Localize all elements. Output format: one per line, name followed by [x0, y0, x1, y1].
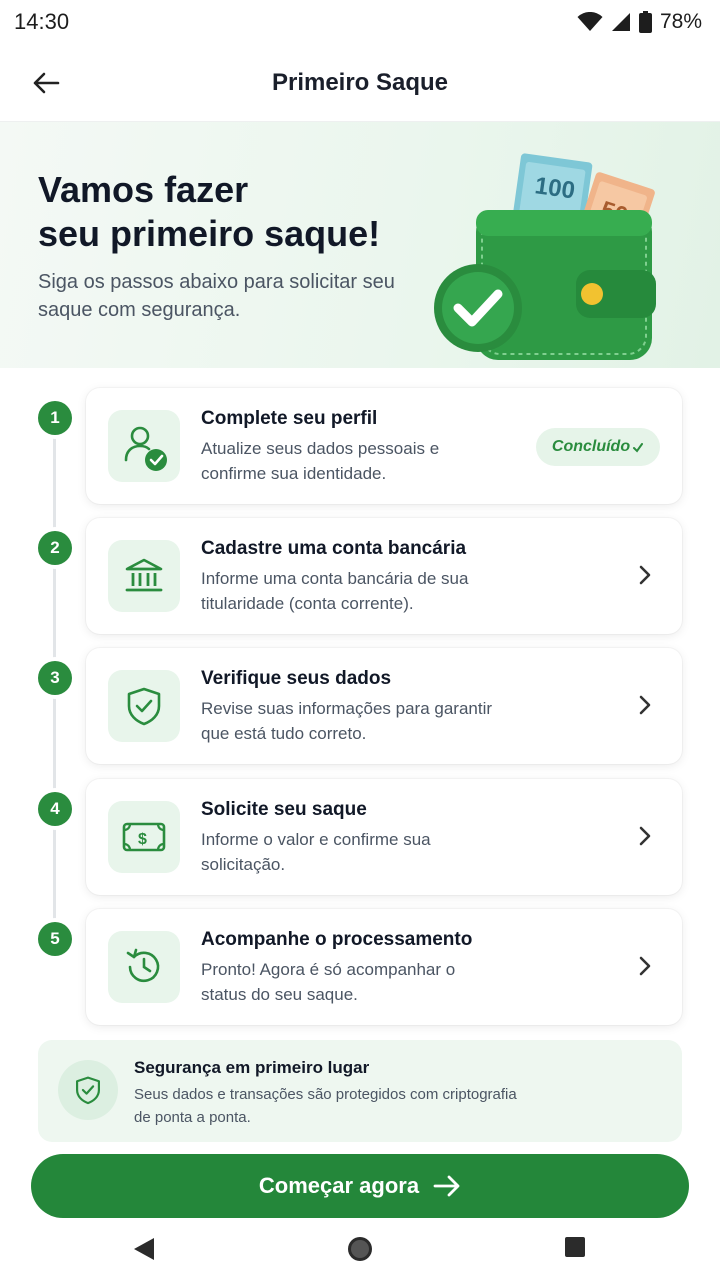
step-card-bank-account[interactable]: Cadastre uma conta bancária Informe uma …: [86, 518, 682, 634]
step-description: Informe uma conta bancária de sua titula…: [201, 569, 469, 613]
chevron-right-icon: [639, 956, 651, 976]
nav-home-icon[interactable]: [347, 1236, 373, 1262]
banknote-100: 100: [533, 172, 576, 204]
chevron-right-icon: [639, 826, 651, 846]
step-title: Solicite seu saque: [201, 799, 367, 820]
step-title: Acompanhe o processamento: [201, 929, 473, 950]
security-title: Segurança em primeiro lugar: [134, 1058, 370, 1077]
wifi-icon: [577, 12, 603, 31]
nav-back-icon[interactable]: [132, 1236, 156, 1262]
signal-icon: [611, 13, 630, 31]
step-card-request-withdrawal[interactable]: $ Solicite seu saque Informe o valor e c…: [86, 779, 682, 895]
step-card-complete-profile[interactable]: Complete seu perfil Atualize seus dados …: [86, 388, 682, 504]
step-title: Complete seu perfil: [201, 408, 378, 429]
shield-check-icon: [76, 1076, 100, 1105]
step-description: Revise suas informações para garantir qu…: [201, 699, 493, 743]
security-description: Seus dados e transações são protegidos c…: [134, 1086, 517, 1126]
hero-title-line1: Vamos fazer: [38, 169, 249, 210]
start-now-button[interactable]: Começar agora: [31, 1154, 689, 1218]
nav-recents-icon[interactable]: [564, 1236, 586, 1258]
step-card-verify-data[interactable]: Verifique seus dados Revise suas informa…: [86, 648, 682, 764]
status-bar: 14:30 78%: [0, 0, 720, 44]
step-description: Atualize seus dados pessoais e confirme …: [201, 439, 440, 483]
hero-banner: Vamos fazer seu primeiro saque! Siga os …: [0, 122, 720, 368]
wallet-with-money-icon: 100 50: [434, 153, 656, 360]
user-check-icon: [124, 426, 167, 471]
status-badge: Concluído: [536, 428, 660, 466]
arrow-right-icon: [433, 1175, 460, 1197]
step-number-4: 4: [38, 792, 72, 826]
app-bar: Primeiro Saque: [0, 44, 720, 122]
security-notice: Segurança em primeiro lugar Seus dados e…: [38, 1040, 682, 1142]
chevron-right-icon: [639, 565, 651, 585]
step-number-2: 2: [38, 531, 72, 565]
step-description: Pronto! Agora é só acompanhar o status d…: [201, 960, 456, 1004]
status-icons: 78%: [577, 10, 702, 34]
status-badge-label: Concluído: [551, 438, 631, 455]
step-number-1: 1: [38, 401, 72, 435]
step-number-3: 3: [38, 661, 72, 695]
cash-icon: $: [122, 822, 166, 852]
hero-subtitle: Siga os passos abaixo para solicitar seu…: [38, 271, 395, 321]
hero-title: Vamos fazer seu primeiro saque!: [38, 168, 438, 256]
step-number-5: 5: [38, 922, 72, 956]
step-description: Informe o valor e confirme sua solicitaç…: [201, 830, 431, 874]
bank-icon: [125, 558, 163, 592]
hero-title-line2: seu primeiro saque!: [38, 213, 381, 254]
battery-percentage: 78%: [659, 10, 702, 33]
step-icon-box: [108, 410, 180, 482]
arrow-left-icon: [33, 72, 60, 94]
step-icon-box: [108, 931, 180, 1003]
check-icon: [633, 443, 644, 453]
shield-check-icon: [127, 687, 161, 726]
clock-history-icon: [126, 948, 160, 983]
system-nav-bar: [0, 1222, 720, 1280]
step-icon-box: [108, 540, 180, 612]
chevron-right-icon: [639, 695, 651, 715]
status-time: 14:30: [14, 9, 70, 34]
step-title: Cadastre uma conta bancária: [201, 538, 467, 559]
security-icon-box: [58, 1060, 118, 1120]
page-title: Primeiro Saque: [271, 68, 449, 96]
svg-text:$: $: [138, 831, 147, 848]
start-now-label: Começar agora: [258, 1173, 420, 1198]
step-card-track-processing[interactable]: Acompanhe o processamento Pronto! Agora …: [86, 909, 682, 1025]
step-icon-box: $: [108, 801, 180, 873]
step-icon-box: [108, 670, 180, 742]
back-button[interactable]: [26, 66, 66, 100]
step-title: Verifique seus dados: [201, 668, 392, 689]
battery-icon: [638, 11, 652, 33]
